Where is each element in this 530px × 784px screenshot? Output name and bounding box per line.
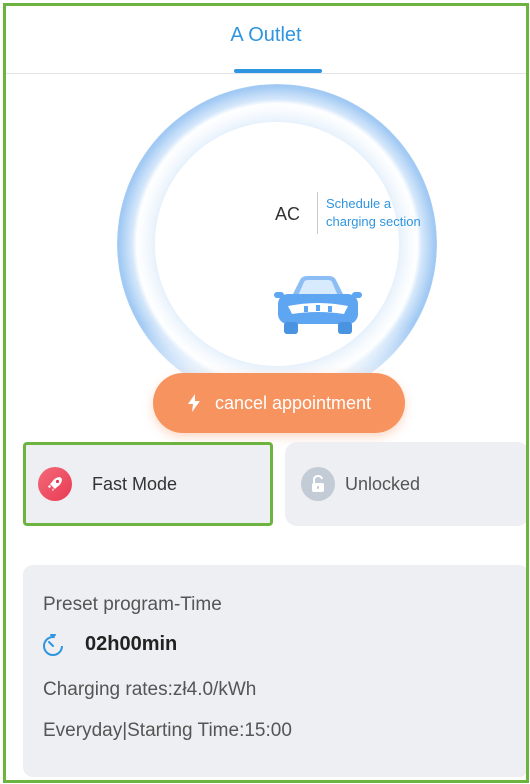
preset-schedule: Everyday|Starting Time:15:00 [43, 720, 292, 741]
cancel-appointment-button[interactable]: cancel appointment [153, 373, 405, 433]
fast-mode-label: Fast Mode [92, 473, 178, 494]
car-icon [274, 276, 362, 334]
app-frame: A Outlet AC Schedule a charging section [3, 3, 529, 783]
cancel-appointment-label: cancel appointment [214, 392, 372, 413]
lightning-bolt-icon [187, 394, 200, 412]
fast-mode-button[interactable]: Fast Mode [23, 442, 273, 526]
header: A Outlet [6, 6, 526, 74]
tab-a-outlet[interactable]: A Outlet [6, 24, 526, 47]
preset-duration: 02h00min [85, 633, 178, 655]
unlocked-padlock-icon [301, 467, 335, 501]
unlock-toggle[interactable]: Unlocked [285, 442, 526, 526]
rocket-icon [38, 467, 72, 501]
tab-active-indicator [234, 69, 322, 73]
current-type-label: AC [275, 204, 301, 224]
timer-icon [43, 634, 63, 656]
dial-divider [317, 192, 318, 234]
charging-rate: Charging rates:zł4.0/kWh [43, 679, 257, 700]
dial-center: AC Schedule a charging section [155, 122, 421, 366]
charging-dial: AC Schedule a charging section [117, 84, 437, 404]
preset-program-card: Preset program-Time 02h00min Charging ra… [23, 565, 526, 777]
unlocked-label: Unlocked [345, 473, 421, 494]
schedule-charging-link[interactable]: Schedule a charging section [326, 195, 438, 231]
preset-title: Preset program-Time [43, 594, 222, 615]
